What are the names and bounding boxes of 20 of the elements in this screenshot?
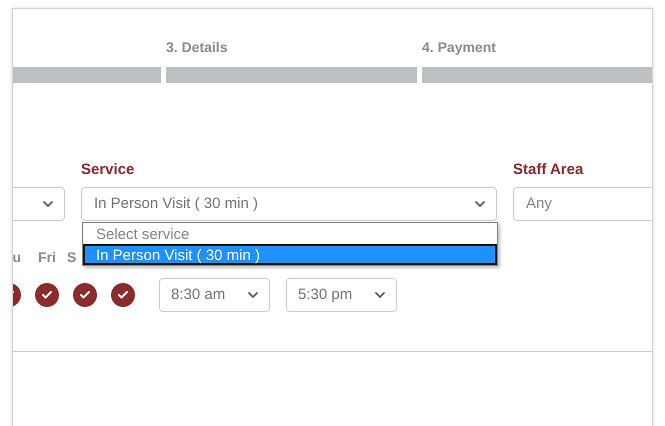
step-label: 3. Details xyxy=(166,39,228,55)
select-field[interactable] xyxy=(13,187,65,221)
day-label: S xyxy=(67,248,76,263)
field-label: Staff Area xyxy=(513,160,584,177)
day-checkbox[interactable] xyxy=(73,283,97,307)
dropdown-option[interactable]: In Person Visit ( 30 min ) xyxy=(83,244,497,265)
day-label: u xyxy=(13,248,21,263)
staff-area-select[interactable]: Any xyxy=(513,187,652,221)
day-checkbox[interactable] xyxy=(35,283,59,307)
day-checkbox[interactable] xyxy=(111,283,135,307)
service-select[interactable]: In Person Visit ( 30 min ) xyxy=(81,187,497,221)
step-label: 4. Payment xyxy=(422,39,497,55)
check-icon xyxy=(117,289,129,301)
check-icon xyxy=(79,289,91,301)
check-icon xyxy=(41,289,53,301)
time-select[interactable]: 5:30 pm xyxy=(286,278,397,312)
day-label: Fri xyxy=(38,248,56,263)
dropdown-option[interactable]: Select service xyxy=(83,223,497,244)
time-select[interactable]: 8:30 am xyxy=(159,278,270,312)
field-label: Service xyxy=(81,160,136,177)
